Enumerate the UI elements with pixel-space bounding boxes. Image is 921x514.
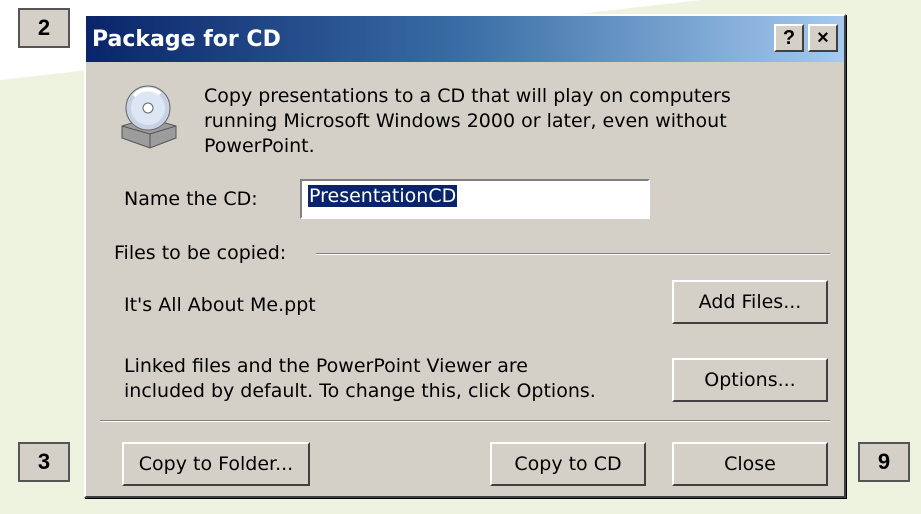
- dialog-title: Package for CD: [92, 26, 281, 52]
- linked-files-note: Linked files and the PowerPoint Viewer a…: [124, 354, 644, 404]
- close-button[interactable]: Close: [672, 442, 828, 486]
- file-list-item[interactable]: It's All About Me.ppt: [124, 293, 316, 318]
- description-line-1: Copy presentations to a CD that will pla…: [204, 85, 731, 107]
- cd-drive-icon: [121, 85, 177, 149]
- package-for-cd-dialog: Package for CD ? × Copy presentations to…: [84, 14, 846, 498]
- cd-name-input[interactable]: PresentationCD: [300, 179, 650, 219]
- step-badge-2: 2: [18, 8, 70, 48]
- linked-note-line-1: Linked files and the PowerPoint Viewer a…: [124, 355, 528, 377]
- files-to-copy-label: Files to be copied:: [114, 242, 287, 264]
- description-line-3: PowerPoint.: [204, 135, 315, 157]
- step-badge-9: 9: [858, 442, 910, 482]
- options-button[interactable]: Options...: [672, 358, 828, 402]
- title-bar[interactable]: Package for CD ? ×: [86, 16, 844, 62]
- cd-name-value: PresentationCD: [308, 185, 458, 207]
- files-group-divider: [316, 253, 830, 255]
- help-button[interactable]: ?: [774, 24, 804, 52]
- dialog-divider: [100, 420, 830, 422]
- description-text: Copy presentations to a CD that will pla…: [204, 84, 824, 159]
- name-cd-label: Name the CD:: [124, 188, 258, 210]
- copy-to-cd-button[interactable]: Copy to CD: [490, 442, 646, 486]
- description-line-2: running Microsoft Windows 2000 or later,…: [204, 110, 727, 132]
- close-window-button[interactable]: ×: [808, 24, 838, 52]
- add-files-button[interactable]: Add Files...: [672, 280, 828, 324]
- step-badge-3: 3: [18, 442, 70, 482]
- copy-to-folder-button[interactable]: Copy to Folder...: [122, 442, 310, 486]
- linked-note-line-2: included by default. To change this, cli…: [124, 380, 596, 402]
